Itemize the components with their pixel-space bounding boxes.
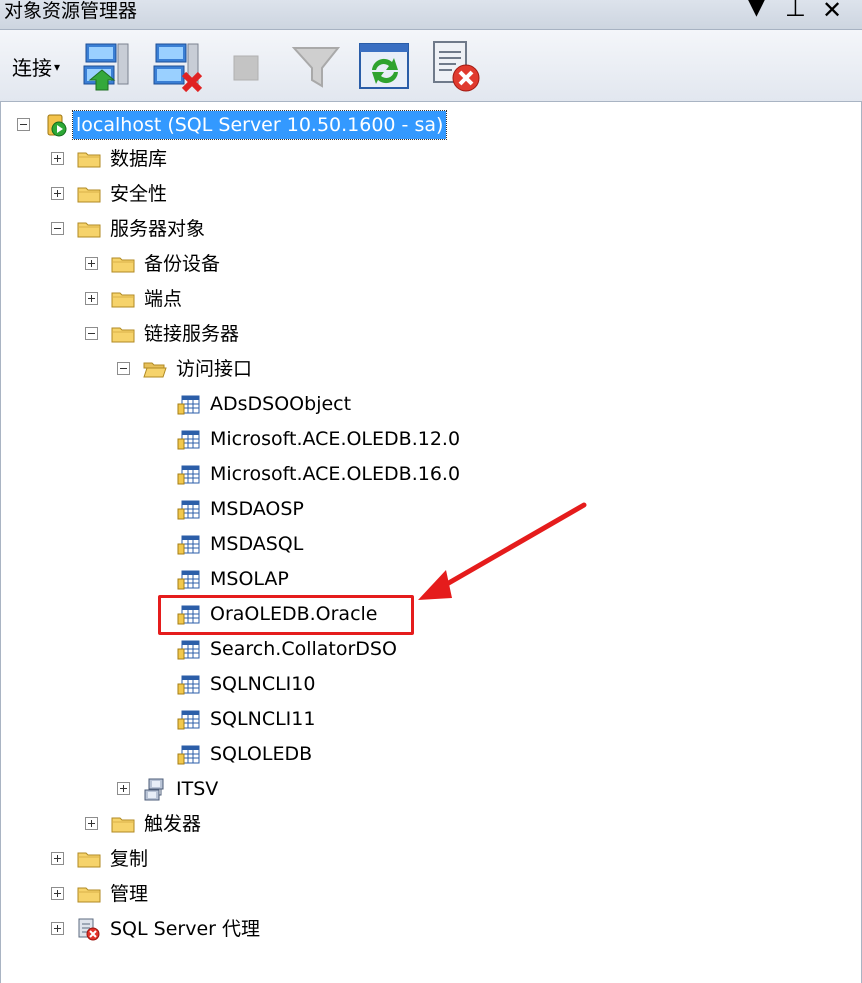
object-explorer-toolbar: 连接 ▾ [0, 30, 862, 102]
provider-table-icon [177, 532, 201, 556]
tree-label-provider[interactable]: Microsoft.ACE.OLEDB.12.0 [207, 425, 463, 453]
expand-toggle[interactable] [51, 152, 64, 165]
tree-label-server-objects[interactable]: 服务器对象 [107, 215, 208, 243]
tree-label-provider[interactable]: MSDAOSP [207, 495, 307, 523]
provider-table-icon [177, 462, 201, 486]
tree-label-endpoints[interactable]: 端点 [141, 285, 185, 313]
provider-table-icon [177, 637, 201, 661]
connect-server-icon[interactable] [80, 40, 134, 94]
folder-icon [111, 252, 135, 276]
folder-open-icon [143, 357, 167, 381]
provider-table-icon [177, 672, 201, 696]
tree-label-triggers[interactable]: 触发器 [141, 810, 204, 838]
tree-label-root[interactable]: localhost (SQL Server 10.50.1600 - sa) [71, 110, 448, 140]
properties-report-icon[interactable] [428, 40, 482, 94]
folder-icon [77, 847, 101, 871]
expand-toggle[interactable] [51, 852, 64, 865]
expand-toggle[interactable] [85, 257, 98, 270]
close-panel-icon[interactable]: ✕ [822, 0, 842, 24]
connect-label: 连接 [12, 56, 52, 80]
provider-table-icon [177, 497, 201, 521]
expand-toggle[interactable] [51, 922, 64, 935]
tree-label-provider[interactable]: SQLNCLI11 [207, 705, 318, 733]
window-position-dropdown-icon[interactable]: ▼ [748, 0, 765, 22]
expand-toggle[interactable] [117, 782, 130, 795]
tree-label-provider[interactable]: ADsDSOObject [207, 390, 354, 418]
folder-icon [111, 287, 135, 311]
tree-label-databases[interactable]: 数据库 [107, 145, 170, 173]
refresh-icon[interactable] [358, 40, 412, 94]
tree-node-root-server: localhost (SQL Server 10.50.1600 - sa) [1, 110, 862, 140]
tree-label-security[interactable]: 安全性 [107, 180, 170, 208]
tree-label-itsv[interactable]: ITSV [173, 775, 221, 803]
panel-title-bar: 对象资源管理器 ▼ ⊥ ✕ [0, 0, 862, 30]
folder-icon [77, 147, 101, 171]
collapse-toggle[interactable] [117, 362, 130, 375]
folder-icon [111, 322, 135, 346]
panel-title: 对象资源管理器 [4, 0, 138, 22]
server-running-icon [45, 113, 69, 137]
object-explorer-tree: localhost (SQL Server 10.50.1600 - sa) 数… [0, 102, 862, 983]
tree-label-linked-servers[interactable]: 链接服务器 [141, 320, 242, 348]
expand-toggle[interactable] [51, 887, 64, 900]
collapse-toggle[interactable] [51, 222, 64, 235]
filter-icon[interactable] [290, 40, 344, 94]
sql-agent-stopped-icon [77, 917, 101, 941]
auto-hide-pin-icon[interactable]: ⊥ [785, 0, 806, 22]
annotation-highlight-box [158, 595, 414, 635]
tree-label-provider[interactable]: Search.CollatorDSO [207, 635, 400, 663]
provider-table-icon [177, 427, 201, 451]
tree-label-providers[interactable]: 访问接口 [173, 355, 255, 383]
folder-icon [111, 812, 135, 836]
tree-label-replication[interactable]: 复制 [107, 845, 151, 873]
provider-table-icon [177, 707, 201, 731]
tree-label-provider[interactable]: SQLOLEDB [207, 740, 315, 768]
tree-label-sql-agent[interactable]: SQL Server 代理 [107, 915, 263, 943]
chevron-down-icon: ▾ [54, 60, 61, 74]
disconnect-server-icon[interactable] [150, 40, 204, 94]
tree-label-provider[interactable]: Microsoft.ACE.OLEDB.16.0 [207, 460, 463, 488]
tree-label-provider[interactable]: SQLNCLI10 [207, 670, 318, 698]
collapse-toggle[interactable] [17, 118, 30, 131]
provider-table-icon [177, 392, 201, 416]
connect-dropdown-button[interactable]: 连接 ▾ [12, 52, 60, 81]
folder-icon [77, 182, 101, 206]
tree-label-provider[interactable]: MSDASQL [207, 530, 306, 558]
tree-label-provider[interactable]: MSOLAP [207, 565, 292, 593]
collapse-toggle[interactable] [85, 327, 98, 340]
expand-toggle[interactable] [51, 187, 64, 200]
provider-table-icon [177, 567, 201, 591]
provider-table-icon [177, 742, 201, 766]
folder-icon [77, 217, 101, 241]
tree-label-management[interactable]: 管理 [107, 880, 151, 908]
expand-toggle[interactable] [85, 817, 98, 830]
stop-icon[interactable] [222, 40, 276, 94]
linked-server-icon [143, 777, 167, 801]
expand-toggle[interactable] [85, 292, 98, 305]
tree-label-backup-devices[interactable]: 备份设备 [141, 250, 223, 278]
folder-icon [77, 882, 101, 906]
